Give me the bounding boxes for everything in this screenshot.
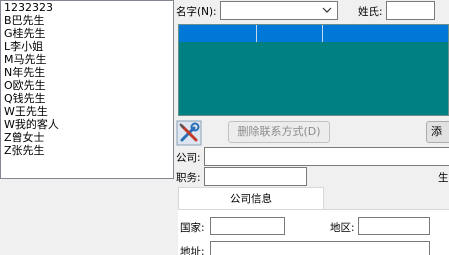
name-label: 名字(N):: [176, 6, 217, 18]
contact-list-item[interactable]: W王先生: [1, 105, 173, 118]
address-label: 地址:: [180, 246, 205, 255]
country-input[interactable]: [210, 217, 285, 235]
title-input[interactable]: [204, 167, 307, 186]
contact-list-item[interactable]: M马先生: [1, 53, 173, 66]
tab-strip: 公司信息: [178, 187, 449, 210]
add-contact-button[interactable]: 添: [426, 121, 449, 143]
contact-grid[interactable]: [178, 24, 449, 116]
contact-list-item[interactable]: Z曾女士: [1, 131, 173, 144]
contact-list-item[interactable]: G桂先生: [1, 27, 173, 40]
company-input[interactable]: [204, 147, 449, 166]
country-label: 国家:: [180, 222, 205, 234]
contact-list-item[interactable]: Z张先生: [1, 144, 173, 157]
birthday-label: 生日: [438, 172, 449, 184]
grid-column-header[interactable]: [257, 25, 323, 42]
contact-list[interactable]: 1232323 B巴先生 G桂先生 L李小姐 M马先生 N年先生 O欧先生 Q钱先生 W王先生 W…: [0, 0, 174, 179]
contact-list-item[interactable]: N年先生: [1, 66, 173, 79]
address-input[interactable]: [210, 241, 430, 255]
region-input[interactable]: [358, 217, 430, 235]
surname-input[interactable]: [386, 1, 435, 20]
tools-icon[interactable]: [176, 120, 202, 146]
chevron-down-icon: [322, 7, 332, 13]
contact-list-item[interactable]: Q钱先生: [1, 92, 173, 105]
contact-list-item[interactable]: B巴先生: [1, 14, 173, 27]
company-info-panel: 国家: 地区: 地址:: [178, 210, 449, 255]
delete-contact-button[interactable]: 删除联系方式(D): [228, 121, 330, 143]
region-label: 地区:: [330, 222, 355, 234]
grid-column-header[interactable]: [179, 25, 257, 42]
tab-second[interactable]: [324, 187, 449, 209]
company-label: 公司:: [176, 152, 201, 164]
contact-list-item[interactable]: W我的客人: [1, 118, 173, 131]
surname-label: 姓氏:: [358, 6, 383, 18]
contact-list-item[interactable]: L李小姐: [1, 40, 173, 53]
grid-header: [179, 25, 448, 42]
name-combobox[interactable]: [220, 1, 338, 20]
contact-list-item[interactable]: 1232323: [1, 1, 173, 14]
contact-detail-panel: 名字(N): 姓氏: 删除联系方式(D) 添 公司: 职务: 生日 公司信息 国…: [174, 0, 449, 255]
contact-list-item[interactable]: O欧先生: [1, 79, 173, 92]
tab-company-info[interactable]: 公司信息: [178, 187, 324, 209]
title-label: 职务:: [176, 172, 201, 184]
